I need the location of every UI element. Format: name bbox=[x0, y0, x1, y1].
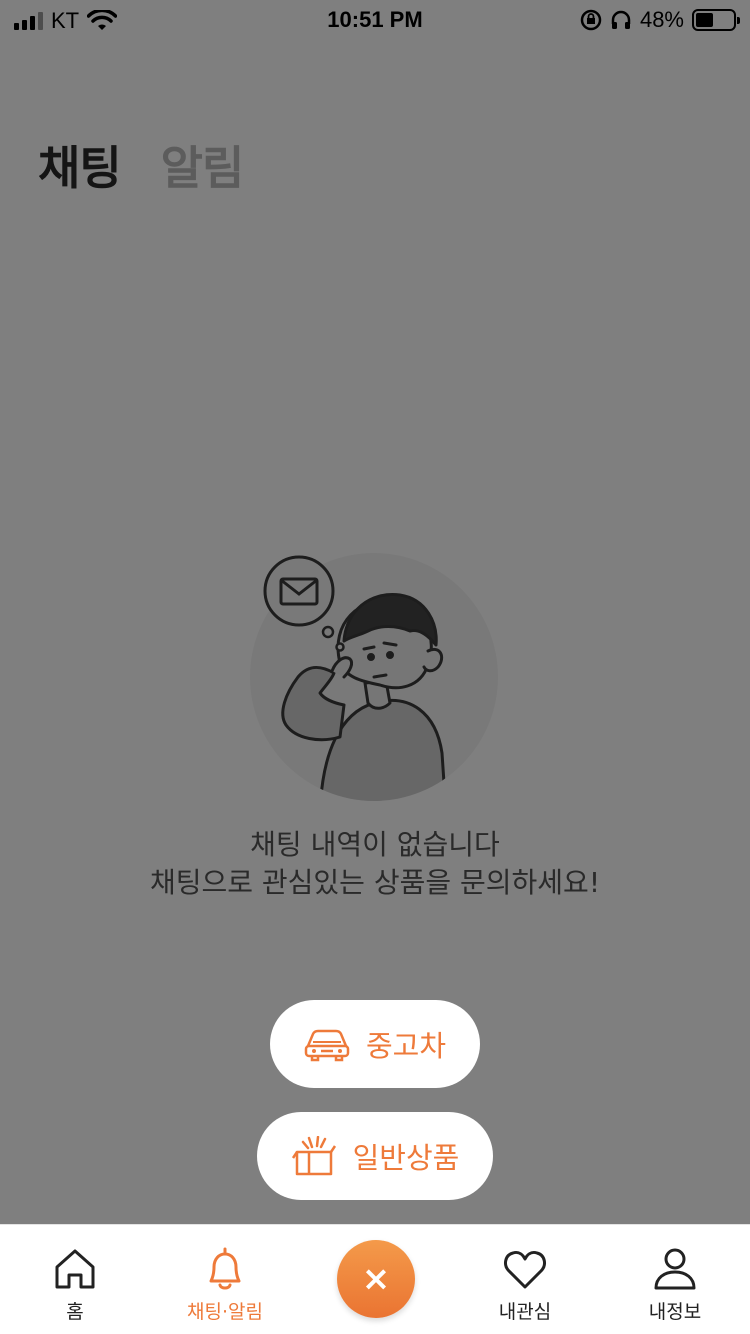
home-icon bbox=[55, 1249, 95, 1289]
tab-my-info[interactable]: 내정보 bbox=[600, 1225, 750, 1334]
tab-home[interactable]: 홈 bbox=[0, 1225, 150, 1334]
tab-my-info-label: 내정보 bbox=[648, 1301, 702, 1323]
tab-chat-notifications[interactable]: 채팅·알림 bbox=[150, 1225, 300, 1334]
tab-favorites-label: 내관심 bbox=[498, 1301, 552, 1323]
car-icon bbox=[304, 1029, 350, 1062]
bell-icon bbox=[209, 1247, 241, 1290]
general-product-label: 일반상품 bbox=[352, 1141, 460, 1175]
person-icon bbox=[654, 1248, 696, 1290]
tab-chat-label: 채팅·알림 bbox=[187, 1301, 263, 1323]
heart-icon bbox=[504, 1251, 546, 1289]
tab-home-label: 홈 bbox=[66, 1301, 84, 1323]
used-car-button[interactable]: 중고차 bbox=[270, 1000, 480, 1088]
box-icon bbox=[291, 1136, 336, 1176]
close-icon: × bbox=[361, 1259, 391, 1299]
general-product-button[interactable]: 일반상품 bbox=[257, 1112, 493, 1200]
used-car-label: 중고차 bbox=[365, 1029, 447, 1063]
tab-favorites[interactable]: 내관심 bbox=[450, 1225, 600, 1334]
close-menu-button[interactable]: × bbox=[337, 1240, 415, 1318]
